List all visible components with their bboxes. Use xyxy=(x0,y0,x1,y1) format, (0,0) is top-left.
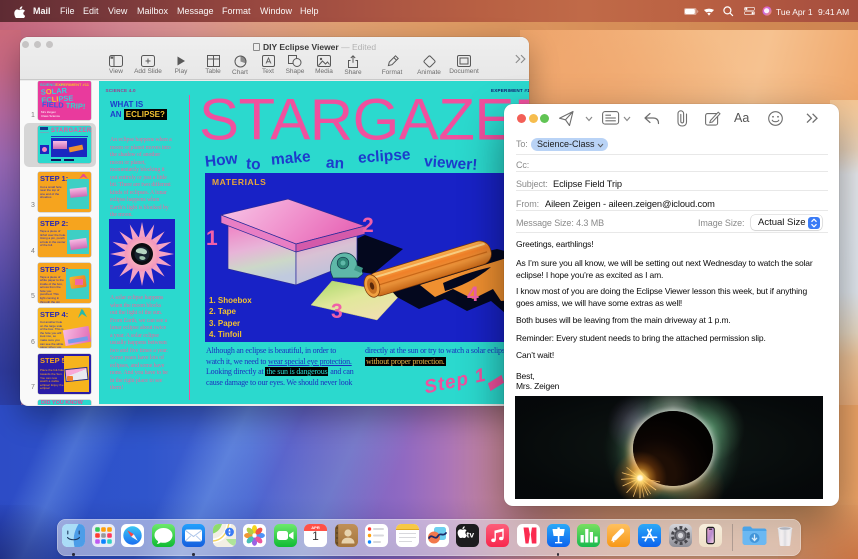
svg-text:tv: tv xyxy=(466,530,474,540)
